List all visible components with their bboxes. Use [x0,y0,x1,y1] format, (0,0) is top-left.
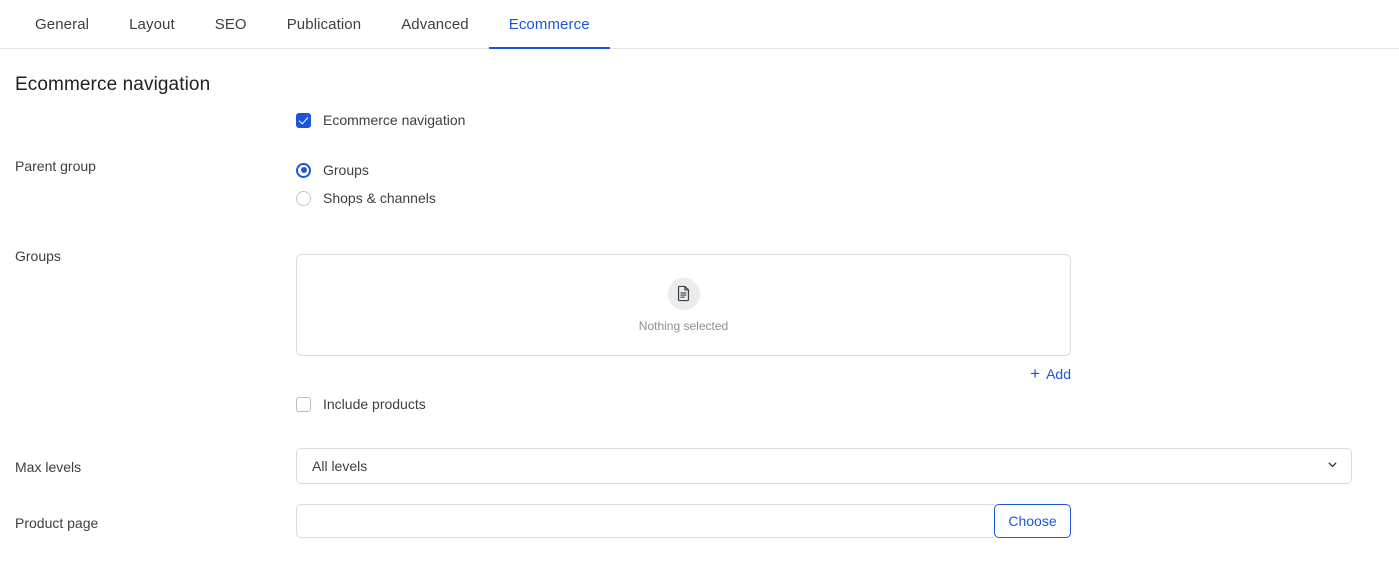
row-field-ecommerce-navigation-toggle: Ecommerce navigation [296,110,1399,130]
tab-ecommerce[interactable]: Ecommerce [488,0,610,49]
groups-empty-state-text: Nothing selected [638,318,729,333]
tab-seo[interactable]: SEO [195,0,267,48]
product-page-field-group: Choose [296,504,1071,538]
radio-parent-group-groups-label: Groups [323,162,369,178]
include-products-checkbox[interactable]: Include products [296,394,1399,414]
row-product-page: Product page Choose [0,504,1399,560]
plus-icon: + [1030,364,1041,383]
tab-advanced[interactable]: Advanced [381,0,489,48]
row-field-groups: Nothing selected + Add [296,238,1399,382]
label-parent-group: Parent group [15,158,96,174]
radio-icon-unselected [296,190,311,206]
row-include-products: Include products [0,394,1399,448]
page-title: Ecommerce navigation [15,74,211,95]
row-max-levels: Max levels All levels [0,448,1399,504]
tab-general[interactable]: General [15,0,109,48]
checkbox-icon-unchecked [296,396,311,412]
ecommerce-navigation-form: Ecommerce navigation Parent group Groups… [0,110,1399,560]
chevron-down-icon [1326,458,1339,474]
max-levels-selected-value: All levels [312,458,368,474]
tab-publication[interactable]: Publication [267,0,381,48]
tab-seo-label: SEO [214,15,247,33]
radio-parent-group-shops-channels[interactable]: Shops & channels [296,184,1399,212]
product-page-input[interactable] [296,504,994,538]
tab-publication-label: Publication [286,15,362,33]
row-groups: Groups Nothing selected + Add [0,238,1399,394]
radio-icon-selected [296,162,311,178]
groups-selection-box[interactable]: Nothing selected [296,254,1071,356]
label-product-page: Product page [15,515,99,531]
radio-parent-group-shops-channels-label: Shops & channels [323,190,436,206]
label-groups: Groups [15,248,61,264]
tab-layout[interactable]: Layout [109,0,195,48]
choose-product-page-button[interactable]: Choose [994,504,1071,538]
add-group-label: Add [1046,366,1071,382]
choose-product-page-label: Choose [1008,513,1057,529]
tab-advanced-label: Advanced [401,15,469,33]
ecommerce-navigation-checkbox[interactable]: Ecommerce navigation [296,110,1399,130]
include-products-checkbox-label: Include products [323,396,426,412]
row-ecommerce-navigation-toggle: Ecommerce navigation [0,110,1399,156]
row-field-max-levels: All levels [296,448,1399,484]
tab-layout-label: Layout [129,15,175,33]
row-field-parent-group: Groups Shops & channels [296,156,1399,212]
tab-general-label: General [35,15,90,33]
tab-ecommerce-label: Ecommerce [508,15,590,33]
settings-tabbar: General Layout SEO Publication Advanced … [0,0,1399,49]
checkbox-icon-checked [296,112,311,128]
document-icon [667,277,700,310]
row-parent-group: Parent group Groups Shops & channels [0,156,1399,238]
add-group-button[interactable]: + Add [296,364,1071,383]
row-field-product-page: Choose [296,504,1399,538]
ecommerce-navigation-checkbox-label: Ecommerce navigation [323,112,466,128]
max-levels-select[interactable]: All levels [296,448,1352,484]
radio-parent-group-groups[interactable]: Groups [296,156,1399,184]
label-max-levels: Max levels [15,459,82,475]
row-field-include-products: Include products [296,394,1399,414]
